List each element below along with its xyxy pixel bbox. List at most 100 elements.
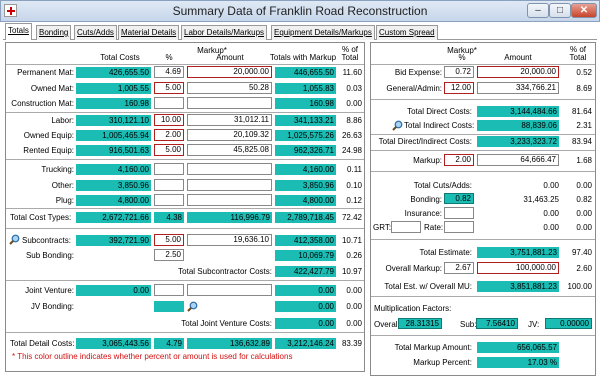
divider (371, 134, 595, 135)
markup-percent-input[interactable] (154, 163, 184, 175)
insurance-percent-input[interactable] (444, 207, 474, 219)
total-jv-label: Total Joint Venture Costs: (181, 319, 272, 328)
total-markup-amount-label: Total Markup Amount: (394, 343, 472, 352)
markup-percent-input[interactable]: 5.00 (154, 144, 184, 156)
insurance-label: Insurance: (404, 209, 442, 218)
divider (6, 208, 364, 209)
row-label: Other: (51, 181, 74, 190)
window-title: Summary Data of Franklin Road Reconstruc… (172, 4, 428, 18)
markup-amount-input[interactable]: 31,012.11 (187, 114, 272, 126)
markup-amount-input[interactable] (187, 97, 272, 109)
joint-venture-amount-input[interactable] (187, 284, 272, 296)
markup-percent-label: Markup Percent: (413, 358, 472, 367)
bid-expense-label: Bid Expense: (394, 68, 442, 77)
row-label: Construction Mat: (11, 99, 74, 108)
markup-amount-input[interactable]: 20,000.00 (187, 66, 272, 78)
total-cost-types-with-markup: 2,789,718.45 (275, 212, 336, 223)
markup-amount-input[interactable]: 64,666.47 (477, 154, 559, 166)
pct-of-total-value: 0.11 (347, 165, 362, 174)
subcontracts-markup-percent-input[interactable]: 5.00 (154, 234, 184, 246)
general-admin-amount-input[interactable]: 334,766.21 (477, 82, 559, 94)
divider (6, 280, 364, 281)
multiplication-factors-title: Multiplication Factors: (374, 304, 452, 313)
total-indirect-costs-pct-total: 2.31 (576, 121, 592, 130)
jv-bonding-pct-total: 0.00 (346, 302, 362, 311)
markup-amount-input[interactable]: 50.28 (187, 82, 272, 94)
tab-material-details[interactable]: Material Details (118, 25, 180, 40)
overall-markup-pct-total: 2.60 (576, 264, 592, 273)
markup-percent-input[interactable] (154, 194, 184, 206)
total-detail-costs-with-markup: 3,212,146.24 (275, 338, 336, 349)
row-label: Owned Mat: (30, 84, 74, 93)
markup-percent-input[interactable] (154, 97, 184, 109)
total-subcontractor-value: 422,427.79 (275, 266, 336, 277)
bid-expense-amount-input[interactable]: 20,000.00 (477, 66, 559, 78)
pct-of-total-value: 0.12 (346, 196, 362, 205)
total-detail-costs-label: Total Detail Costs: (10, 339, 75, 348)
bid-expense-percent-input[interactable]: 0.72 (444, 66, 474, 78)
row-label: Permanent Mat: (17, 68, 74, 77)
header-amount: Amount (216, 53, 244, 62)
row-label: Plug: (55, 196, 74, 205)
grt-pct-total: 0.00 (576, 223, 592, 232)
joint-venture-percent-input[interactable] (154, 284, 184, 296)
markup-percent-input[interactable]: 5.00 (154, 82, 184, 94)
search-icon[interactable] (392, 120, 403, 131)
total-markup-amount-value: 656,065.57 (477, 342, 559, 353)
markup-percent-input[interactable]: 10.00 (154, 114, 184, 126)
total-direct-indirect-label: Total Direct/Indirect Costs: (378, 137, 472, 146)
markup-amount-input[interactable] (187, 163, 272, 175)
sub-factor-value: 7.56410 (476, 318, 518, 329)
markup-amount-input[interactable] (187, 179, 272, 191)
tab-equipment-details[interactable]: Equipment Details/Markups (271, 25, 375, 40)
total-with-markup-value: 3,850.96 (275, 180, 336, 191)
total-cost-value: 4,160.00 (76, 164, 151, 175)
subcontracts-markup-amount-input[interactable]: 19,636.10 (187, 234, 272, 246)
bonding-label: Bonding: (410, 195, 442, 204)
sub-bonding-percent-input[interactable]: 2.50 (154, 249, 184, 261)
tab-labor-details[interactable]: Labor Details/Markups (181, 25, 268, 40)
joint-venture-label: Joint Venture: (25, 286, 74, 295)
search-icon[interactable] (187, 301, 198, 312)
markup-percent-input[interactable]: 2.00 (444, 154, 474, 166)
jv-bonding-percent (154, 301, 184, 312)
grt-value: 0.00 (543, 223, 559, 232)
overall-markup-amount-input[interactable]: 100,000.00 (477, 262, 559, 274)
tab-cuts-adds[interactable]: Cuts/Adds (74, 25, 117, 40)
total-with-markup-value: 341,133.21 (275, 115, 336, 126)
total-direct-indirect-value: 3,233,323.72 (477, 136, 559, 147)
total-jv-pct-total: 0.00 (346, 319, 362, 328)
total-cost-value: 160.98 (76, 98, 151, 109)
markup-amount-input[interactable]: 45,825.08 (187, 144, 272, 156)
pct-of-total-value: 0.00 (346, 99, 362, 108)
total-cost-types-pct: 4.38 (154, 212, 184, 223)
row-label: Trucking: (41, 165, 74, 174)
pct-of-total-value: 0.03 (346, 84, 362, 93)
tab-strip: Totals Bonding Cuts/Adds Material Detail… (3, 23, 597, 40)
total-with-markup-value: 962,326.71 (275, 145, 336, 156)
total-est-mu-pct-total: 100.00 (567, 282, 592, 291)
overall-markup-label: Overall Markup: (385, 264, 442, 273)
grt-input[interactable] (391, 221, 421, 233)
maximize-button[interactable]: □ (549, 3, 571, 18)
markup-percent-input[interactable]: 2.00 (154, 129, 184, 141)
close-button[interactable]: ✕ (571, 3, 597, 18)
tab-bonding[interactable]: Bonding (36, 25, 72, 40)
total-cuts-adds-label: Total Cuts/Adds: (413, 181, 472, 190)
header-totals-with-markup: Totals with Markup (269, 53, 337, 62)
markup-amount-input[interactable]: 20,109.32 (187, 129, 272, 141)
overall-markup-percent-input[interactable]: 2.67 (444, 262, 474, 274)
markup-amount-input[interactable] (187, 194, 272, 206)
grt-rate-input[interactable] (444, 221, 474, 233)
total-subcontractor-pct-total: 10.97 (341, 267, 362, 276)
general-admin-pct-total: 8.69 (576, 84, 592, 93)
markup-percent-input[interactable]: 4.69 (154, 66, 184, 78)
right-header-amount: Amount (504, 53, 532, 62)
tab-custom-spread[interactable]: Custom Spread (376, 25, 438, 40)
search-icon[interactable] (9, 234, 20, 245)
tab-totals[interactable]: Totals (5, 23, 32, 40)
markup-percent-input[interactable] (154, 179, 184, 191)
general-admin-percent-input[interactable]: 12.00 (444, 82, 474, 94)
grt-rate-label: Rate: (424, 223, 444, 232)
minimize-button[interactable]: – (527, 3, 549, 18)
